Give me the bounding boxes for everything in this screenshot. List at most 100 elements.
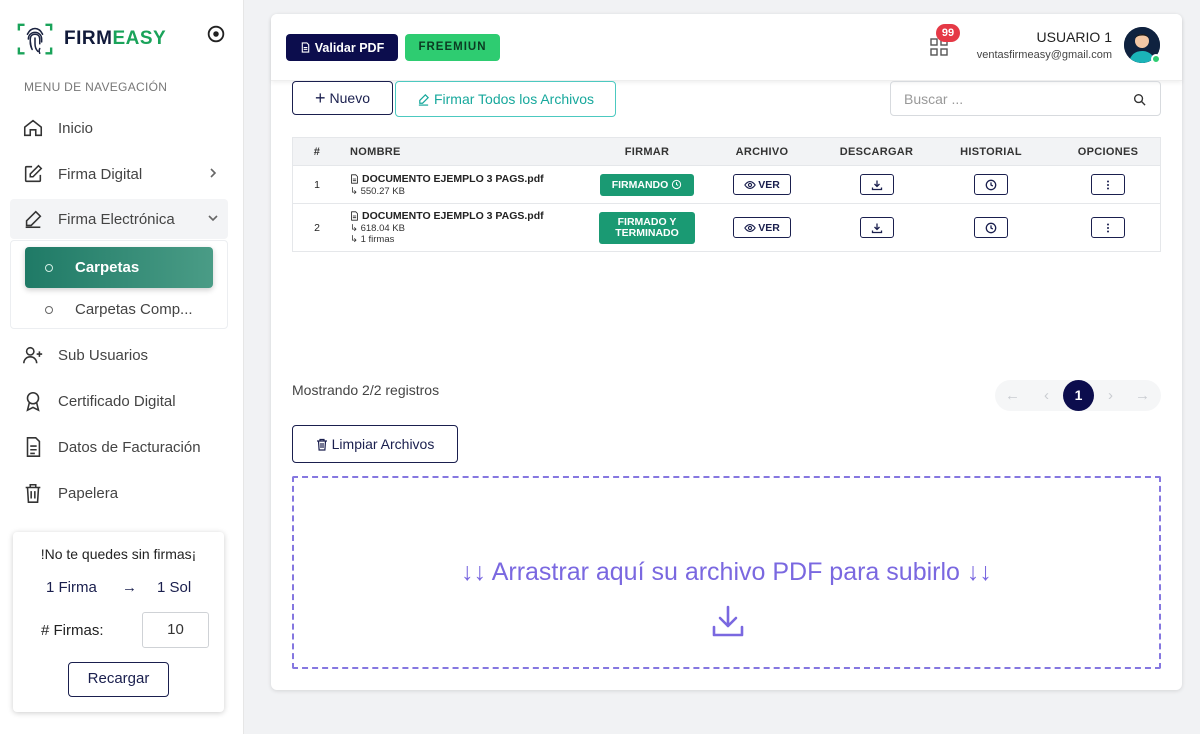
sidebar-item-firma-digital[interactable]: Firma Digital <box>10 154 228 194</box>
sidebar-item-certificado-digital[interactable]: Certificado Digital <box>10 381 228 421</box>
historial-button[interactable] <box>974 217 1008 238</box>
download-icon <box>871 180 882 190</box>
submenu-firma-electronica: Carpetas Carpetas Comp... <box>10 240 228 329</box>
eye-icon <box>744 180 757 189</box>
pen-icon <box>25 210 42 229</box>
ver-archivo-button[interactable]: VER <box>733 217 791 238</box>
notification-badge: 99 <box>936 24 960 42</box>
plan-freemium-button[interactable]: FREEMIUN <box>405 34 500 61</box>
prev-page-button[interactable]: ‹ <box>1031 380 1062 411</box>
clock-icon <box>985 179 997 190</box>
file-firmas-count: ↳ 1 firmas <box>350 234 395 245</box>
sidebar-item-sub-usuarios[interactable]: Sub Usuarios <box>10 335 228 375</box>
trash-icon <box>25 483 41 503</box>
next-page-button[interactable]: › <box>1095 380 1126 411</box>
submenu-item-carpetas[interactable]: Carpetas <box>25 247 213 288</box>
file-icon <box>351 173 358 184</box>
sidebar-item-inicio[interactable]: Inicio <box>10 108 228 148</box>
user-name: USUARIO 1 <box>1036 29 1112 45</box>
status-badge-firmando[interactable]: FIRMANDO <box>600 173 694 196</box>
pdf-dropzone[interactable]: ↓↓ Arrastrar aquí su archivo PDF para su… <box>292 476 1161 669</box>
edit-square-icon <box>24 164 43 183</box>
award-icon <box>26 391 40 412</box>
sidebar-item-datos-facturacion[interactable]: Datos de Facturación <box>10 427 228 467</box>
opciones-button[interactable] <box>1091 217 1125 238</box>
more-vertical-icon <box>1107 180 1109 189</box>
search-input[interactable]: Buscar ... <box>904 91 963 107</box>
column-header: # <box>313 145 321 158</box>
row-number: 1 <box>314 178 320 191</box>
search-box[interactable]: Buscar ... <box>890 81 1161 116</box>
user-plus-icon <box>23 346 43 364</box>
last-page-button[interactable]: → <box>1127 380 1158 411</box>
dropzone-text: ↓↓ Arrastrar aquí su archivo PDF para su… <box>461 558 992 586</box>
table-row: 2 DOCUMENTO EJEMPLO 3 PAGS.pdf ↳ 618.04 … <box>292 204 1161 252</box>
promo-title: !No te quedes sin firmas¡ <box>40 546 197 562</box>
arrow-right-icon: → <box>122 579 137 596</box>
online-status-indicator <box>1151 54 1161 64</box>
file-cell: DOCUMENTO EJEMPLO 3 PAGS.pdf ↳ 550.27 KB <box>341 173 597 197</box>
descargar-button[interactable] <box>859 174 894 195</box>
main-card: Validar PDF FREEMIUN 99 USUARIO 1 ventas… <box>271 14 1182 690</box>
brand-name: FIRMEASY <box>64 28 167 49</box>
table-header: # NOMBRE FIRMAR ARCHIVO DESCARGAR HISTOR… <box>292 137 1161 166</box>
eye-icon <box>744 223 757 232</box>
opciones-button[interactable] <box>1091 174 1125 195</box>
validar-pdf-button[interactable]: Validar PDF <box>286 34 398 61</box>
page-button-1[interactable]: 1 <box>1063 380 1094 411</box>
firmas-label: # Firmas: <box>41 622 104 639</box>
status-badge-firmado-terminado[interactable]: FIRMADO Y TERMINADO <box>599 211 695 244</box>
column-header: FIRMAR <box>624 145 670 158</box>
search-icon[interactable] <box>1133 93 1146 106</box>
user-email: ventasfirmeasy@gmail.com <box>976 49 1112 61</box>
clock-icon <box>985 222 997 233</box>
firmas-quantity-input[interactable]: 10 <box>142 612 209 648</box>
submenu-item-carpetas-compartidas[interactable]: Carpetas Comp... <box>25 289 213 330</box>
column-header: HISTORIAL <box>960 145 1022 158</box>
nuevo-button[interactable]: + Nuevo <box>292 81 393 115</box>
column-header: NOMBRE <box>350 145 401 158</box>
bullet-icon <box>45 305 53 314</box>
more-vertical-icon <box>1107 223 1109 232</box>
trash-icon <box>316 438 327 451</box>
sidebar: FIRMEASY MENU DE NAVEGACIÓN Inicio Firma… <box>0 0 244 734</box>
sidebar-item-papelera[interactable]: Papelera <box>10 473 228 513</box>
promo-precio: 1 Sol <box>157 579 192 596</box>
plus-icon: + <box>315 88 326 108</box>
file-cell: DOCUMENTO EJEMPLO 3 PAGS.pdf ↳ 618.04 KB… <box>341 210 597 245</box>
column-header: OPCIONES <box>1077 145 1139 158</box>
brand-logo[interactable]: FIRMEASY <box>16 20 166 58</box>
chevron-down-icon <box>208 215 218 222</box>
records-count: Mostrando 2/2 registros <box>292 382 440 398</box>
bullet-icon <box>45 263 53 272</box>
recargar-button[interactable]: Recargar <box>68 662 169 697</box>
historial-button[interactable] <box>974 174 1008 195</box>
file-name: DOCUMENTO EJEMPLO 3 PAGS.pdf <box>362 172 544 185</box>
ver-archivo-button[interactable]: VER <box>733 174 791 195</box>
file-icon <box>351 211 358 221</box>
chevron-right-icon <box>210 168 217 178</box>
target-settings-icon[interactable] <box>205 23 227 45</box>
descargar-button[interactable] <box>859 217 894 238</box>
clock-icon <box>672 179 682 190</box>
document-icon <box>26 437 41 457</box>
firmar-todos-button[interactable]: Firmar Todos los Archivos <box>395 81 616 117</box>
download-icon <box>712 605 744 637</box>
recharge-promo-card: !No te quedes sin firmas¡ 1 Firma → 1 So… <box>13 532 224 712</box>
sidebar-item-firma-electronica[interactable]: Firma Electrónica <box>10 199 228 239</box>
fingerprint-icon <box>17 23 53 55</box>
row-number: 2 <box>314 221 320 234</box>
download-icon <box>871 223 882 233</box>
first-page-button[interactable]: ← <box>997 380 1028 411</box>
nav-header: MENU DE NAVEGACIÓN <box>24 80 168 94</box>
limpiar-archivos-button[interactable]: Limpiar Archivos <box>292 425 458 463</box>
topbar: Validar PDF FREEMIUN 99 USUARIO 1 ventas… <box>271 14 1182 81</box>
table-row: 1 DOCUMENTO EJEMPLO 3 PAGS.pdf ↳ 550.27 … <box>292 166 1161 204</box>
file-size: ↳ 550.27 KB <box>350 185 405 197</box>
files-table: # NOMBRE FIRMAR ARCHIVO DESCARGAR HISTOR… <box>292 137 1161 252</box>
home-icon <box>23 119 43 137</box>
file-icon <box>301 42 310 53</box>
pagination: ← ‹ 1 › → <box>995 380 1161 411</box>
file-name: DOCUMENTO EJEMPLO 3 PAGS.pdf <box>362 210 544 222</box>
column-header: DESCARGAR <box>839 145 914 158</box>
